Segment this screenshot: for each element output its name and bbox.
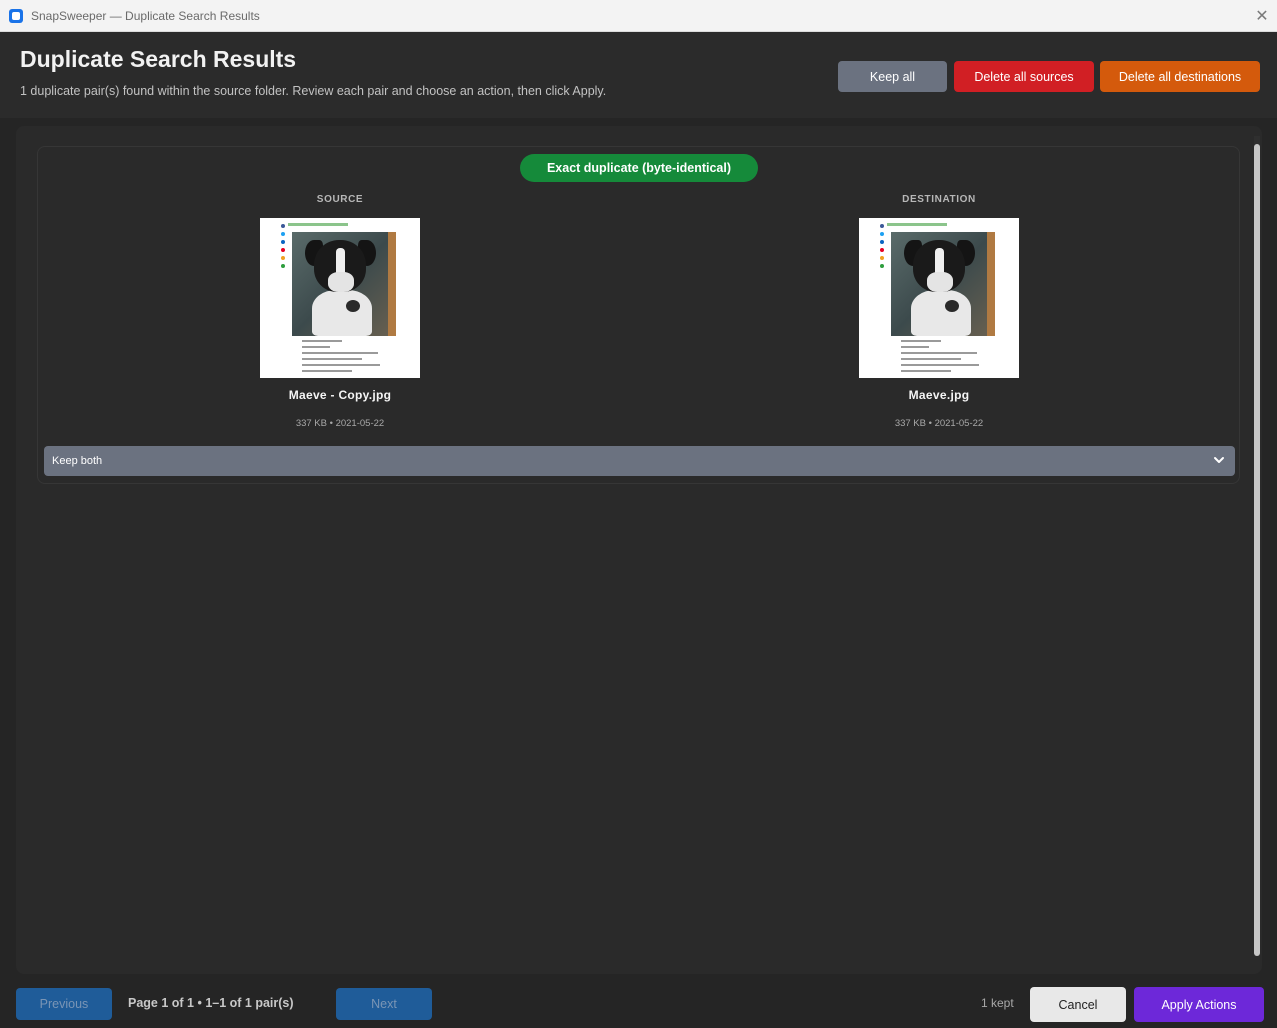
cancel-button[interactable]: Cancel: [1030, 987, 1126, 1022]
duplicate-pair-card: Exact duplicate (byte-identical) SOURCE …: [37, 146, 1240, 484]
pair-action-select[interactable]: Keep both: [44, 446, 1235, 476]
source-thumbnail[interactable]: [260, 218, 420, 378]
page-header: Duplicate Search Results 1 duplicate pai…: [0, 32, 1277, 118]
window-title: SnapSweeper — Duplicate Search Results: [31, 8, 260, 23]
page-title: Duplicate Search Results: [20, 46, 297, 72]
delete-all-destinations-button[interactable]: Delete all destinations: [1100, 61, 1260, 92]
scrollbar-thumb[interactable]: [1254, 144, 1260, 956]
destination-thumbnail[interactable]: [859, 218, 1019, 378]
pagination-info: Page 1 of 1 • 1–1 of 1 pair(s): [128, 996, 294, 1010]
delete-all-sources-button[interactable]: Delete all sources: [954, 61, 1094, 92]
previous-button[interactable]: Previous: [16, 988, 112, 1020]
app-window: SnapSweeper — Duplicate Search Results ✕…: [0, 0, 1277, 1028]
title-bar: SnapSweeper — Duplicate Search Results ✕: [0, 0, 1277, 32]
apply-actions-button[interactable]: Apply Actions: [1134, 987, 1264, 1022]
app-icon: [9, 8, 23, 23]
pair-action-value: Keep both: [52, 455, 103, 467]
source-filename: Maeve - Copy.jpg: [288, 388, 392, 402]
keep-all-button[interactable]: Keep all: [838, 61, 947, 92]
destination-meta: 337 KB • 2021-05-22: [894, 418, 984, 429]
results-panel: Exact duplicate (byte-identical) SOURCE …: [16, 126, 1262, 974]
match-type-badge: Exact duplicate (byte-identical): [520, 154, 758, 182]
close-icon[interactable]: ✕: [1247, 0, 1277, 32]
page-subtitle: 1 duplicate pair(s) found within the sou…: [20, 84, 607, 98]
next-button[interactable]: Next: [336, 988, 432, 1020]
footer-bar: Previous Page 1 of 1 • 1–1 of 1 pair(s) …: [0, 978, 1277, 1028]
destination-filename: Maeve.jpg: [908, 388, 970, 402]
destination-label: DESTINATION: [902, 194, 976, 205]
source-label: SOURCE: [316, 194, 364, 205]
chevron-down-icon: [1214, 457, 1224, 463]
kept-count: 1 kept: [981, 996, 1014, 1010]
source-meta: 337 KB • 2021-05-22: [295, 418, 385, 429]
